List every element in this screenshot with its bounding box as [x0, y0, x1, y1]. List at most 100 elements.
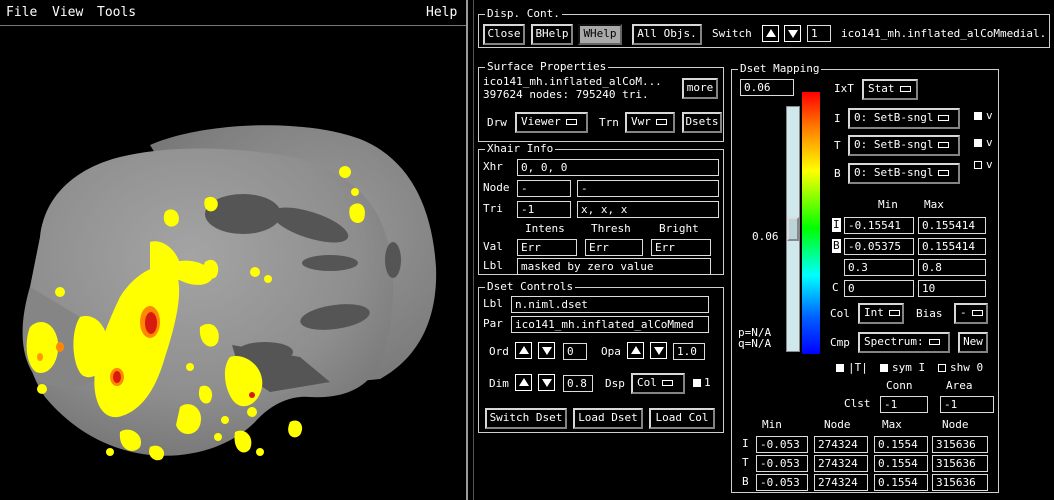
- r3-min-field[interactable]: 0.3: [844, 259, 914, 276]
- dsets-button[interactable]: Dsets: [682, 112, 722, 133]
- range-table-header: Node: [824, 418, 851, 431]
- i-value: 0: SetB-sngl: [854, 111, 934, 124]
- xhr-field[interactable]: 0, 0, 0: [517, 159, 719, 176]
- option-indicator-icon: [565, 119, 577, 125]
- b-range-label[interactable]: B: [832, 239, 841, 253]
- sym-i-checkbox[interactable]: [880, 364, 888, 372]
- col-option-menu[interactable]: Int: [858, 303, 904, 324]
- range-table-header: Min: [762, 418, 782, 431]
- intens-header: Intens: [525, 222, 565, 235]
- ord-field[interactable]: 0: [563, 343, 587, 360]
- conn-header: Conn: [886, 379, 913, 392]
- all-objs-button[interactable]: All Objs.: [632, 24, 702, 45]
- sym-i-label: sym I: [892, 361, 926, 374]
- threshold-slider-track[interactable]: [786, 106, 800, 352]
- bias-value: -: [960, 306, 967, 319]
- ord-up-arrow-icon[interactable]: [515, 342, 532, 359]
- disp-cont-frame: Disp. Cont. Close BHelp WHelp All Objs. …: [478, 7, 1050, 48]
- clst-conn-field[interactable]: -1: [880, 396, 928, 413]
- opa-up-arrow-icon[interactable]: [627, 342, 644, 359]
- menu-view[interactable]: View: [52, 5, 83, 20]
- dsp-option-menu[interactable]: Col: [631, 373, 685, 394]
- i-v-checkbox[interactable]: [974, 112, 982, 120]
- colormap-bar[interactable]: [802, 92, 820, 354]
- bright-header: Bright: [659, 222, 699, 235]
- b-max-field[interactable]: 0.155414: [918, 238, 986, 255]
- option-indicator-icon: [938, 170, 950, 176]
- load-dset-button[interactable]: Load Dset: [573, 408, 643, 429]
- dset-1-checkbox[interactable]: [693, 379, 701, 387]
- more-button[interactable]: more: [682, 78, 718, 99]
- whelp-button[interactable]: WHelp: [578, 24, 622, 45]
- menu-file[interactable]: File: [6, 5, 37, 20]
- val-thresh-field: Err: [585, 239, 643, 256]
- r3-max-field[interactable]: 0.8: [918, 259, 986, 276]
- thresh-header: Thresh: [591, 222, 631, 235]
- ixt-option-menu[interactable]: Stat: [862, 79, 918, 100]
- range-table-cell: 274324: [814, 474, 868, 491]
- xhair-lbl-field: masked by zero value: [517, 258, 711, 275]
- menu-tools[interactable]: Tools: [97, 5, 136, 20]
- dim-down-arrow-icon[interactable]: [538, 374, 555, 391]
- xhr-label: Xhr: [483, 160, 503, 173]
- t-label: T: [834, 139, 841, 152]
- cmp-label: Cmp: [830, 336, 850, 349]
- par-field: ico141_mh.inflated_alCoMmed: [511, 316, 709, 333]
- b-min-field[interactable]: -0.05375: [844, 238, 914, 255]
- dset-lbl-field[interactable]: n.niml.dset: [511, 296, 709, 313]
- range-table-cell: 274324: [814, 455, 868, 472]
- close-button[interactable]: Close: [483, 24, 525, 45]
- clst-label: Clst: [844, 397, 871, 410]
- i-v-label: v: [986, 109, 993, 122]
- switch-up-arrow-icon[interactable]: [762, 25, 779, 42]
- node-field[interactable]: -: [517, 180, 571, 197]
- switch-down-arrow-icon[interactable]: [784, 25, 801, 42]
- i-range-label[interactable]: I: [832, 218, 841, 232]
- shw0-checkbox[interactable]: [938, 364, 946, 372]
- colorbar-top-field[interactable]: 0.06: [740, 79, 794, 96]
- switch-value-field[interactable]: 1: [807, 25, 831, 42]
- threshold-slider-thumb[interactable]: [787, 217, 799, 241]
- clst-area-field[interactable]: -1: [940, 396, 994, 413]
- t-v-checkbox[interactable]: [974, 139, 982, 147]
- bias-option-menu[interactable]: -: [954, 303, 988, 324]
- c-min-field[interactable]: 0: [844, 280, 914, 297]
- surface-properties-frame: Surface Properties ico141_mh.inflated_al…: [478, 60, 724, 142]
- shw0-label: shw 0: [950, 361, 984, 374]
- tri-field[interactable]: -1: [517, 201, 571, 218]
- surface-info-line2: 397624 nodes: 795240 tri.: [483, 88, 649, 101]
- node-label: Node: [483, 181, 510, 194]
- i-label: I: [834, 112, 841, 125]
- range-table: Min Node Max Node I -0.053 274324 0.1554 315636 T…: [732, 414, 998, 492]
- i-option-menu[interactable]: 0: SetB-sngl: [848, 108, 960, 129]
- drw-option-menu[interactable]: Viewer: [515, 112, 588, 133]
- surface-properties-title: Surface Properties: [485, 60, 609, 74]
- load-col-button[interactable]: Load Col: [649, 408, 715, 429]
- dsp-value: Col: [637, 376, 657, 389]
- q-value-text: q=N/A: [738, 337, 772, 350]
- dim-up-arrow-icon[interactable]: [515, 374, 532, 391]
- new-colormap-button[interactable]: New: [958, 332, 988, 353]
- ord-down-arrow-icon[interactable]: [538, 342, 555, 359]
- i-min-field[interactable]: -0.15541: [844, 217, 914, 234]
- menubar: File View Tools Help: [0, 0, 466, 26]
- option-indicator-icon: [971, 310, 983, 316]
- trn-option-menu[interactable]: Vwr: [625, 112, 675, 133]
- menu-help[interactable]: Help: [426, 5, 457, 20]
- opa-field[interactable]: 1.0: [673, 343, 705, 360]
- opa-down-arrow-icon[interactable]: [650, 342, 667, 359]
- abs-i-checkbox[interactable]: [836, 364, 844, 372]
- brain-surface-canvas[interactable]: [0, 27, 466, 500]
- switch-dset-button[interactable]: Switch Dset: [485, 408, 567, 429]
- cmp-option-menu[interactable]: Spectrum:: [858, 332, 950, 353]
- bhelp-button[interactable]: BHelp: [531, 24, 573, 45]
- t-option-menu[interactable]: 0: SetB-sngl: [848, 135, 960, 156]
- range-table-cell: 0.1554: [874, 474, 928, 491]
- col-value: Int: [864, 306, 884, 319]
- dim-field[interactable]: 0.8: [563, 375, 593, 392]
- c-max-field[interactable]: 10: [918, 280, 986, 297]
- i-max-field[interactable]: 0.155414: [918, 217, 986, 234]
- window-splitter[interactable]: [466, 0, 474, 500]
- b-option-menu[interactable]: 0: SetB-sngl: [848, 163, 960, 184]
- b-v-checkbox[interactable]: [974, 161, 982, 169]
